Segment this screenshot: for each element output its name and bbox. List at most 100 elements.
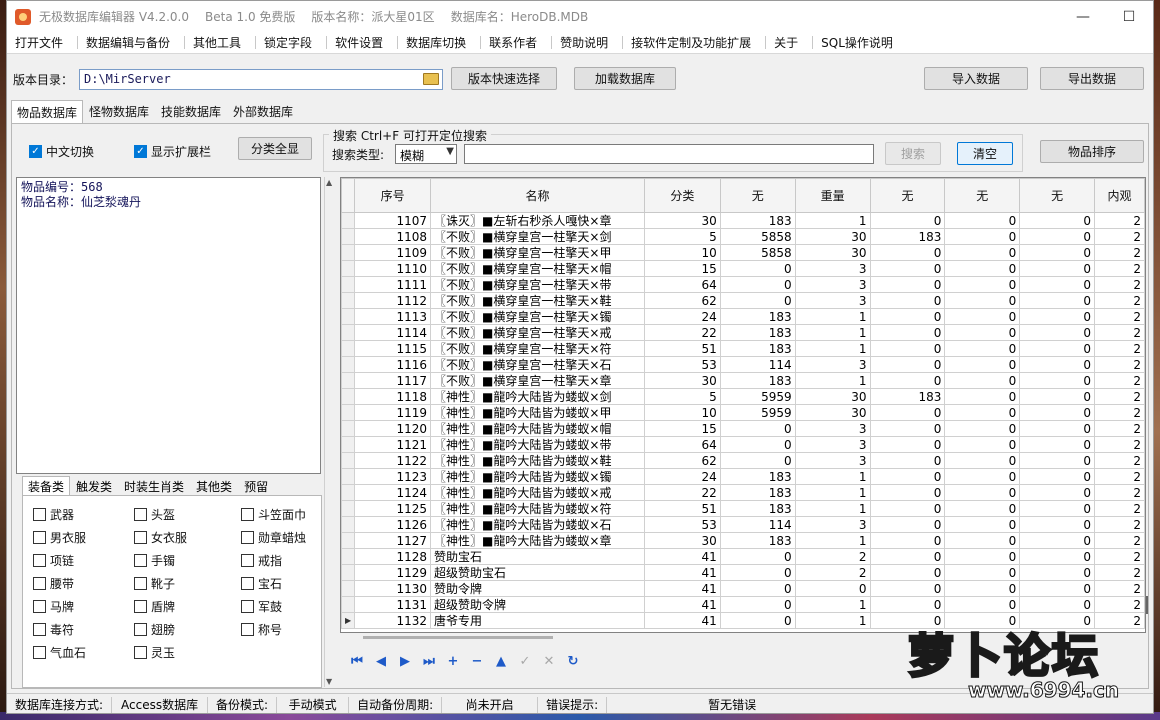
table-cell[interactable]: 0 [869, 436, 946, 453]
category-checkbox[interactable]: 男衣服 [33, 529, 86, 546]
category-checkbox[interactable]: 称号 [241, 621, 282, 638]
table-cell[interactable]: 2 [1094, 388, 1145, 405]
search-button[interactable]: 搜索 [885, 142, 941, 165]
edit-record-icon[interactable]: ▲ [492, 652, 510, 670]
row-indicator[interactable] [341, 436, 356, 453]
refresh-icon[interactable]: ↻ [564, 652, 582, 670]
row-indicator[interactable] [341, 340, 356, 357]
table-cell[interactable]: 0 [719, 420, 796, 437]
row-indicator[interactable] [341, 516, 356, 533]
row-indicator[interactable] [341, 452, 356, 469]
row-indicator[interactable] [341, 212, 356, 229]
table-cell[interactable]: 0 [869, 564, 946, 581]
show-ext-checkbox[interactable]: ✓ 显示扩展栏 [134, 143, 211, 160]
table-cell[interactable]: 24 [643, 468, 721, 485]
category-checkbox[interactable]: 女衣服 [134, 529, 187, 546]
table-cell[interactable]: 1 [794, 324, 871, 341]
table-cell[interactable]: 0 [869, 324, 946, 341]
table-cell[interactable]: 0 [1019, 548, 1096, 565]
table-cell[interactable]: 41 [643, 564, 721, 581]
tab-external-db[interactable]: 外部数据库 [227, 100, 299, 123]
table-cell[interactable]: 1110 [354, 260, 432, 277]
table-cell[interactable]: 2 [1094, 276, 1145, 293]
row-indicator[interactable]: ▶ [341, 612, 356, 629]
table-cell[interactable]: 〖不败〗■横穿皇宫一柱擎天×符 [430, 340, 645, 357]
menu-item[interactable]: 数据库切换 [398, 34, 482, 51]
search-type-select[interactable]: 模糊 ▼ [395, 144, 457, 164]
row-indicator[interactable] [341, 500, 356, 517]
table-cell[interactable]: 超级赞助令牌 [430, 596, 645, 613]
table-row[interactable]: 1116 〖不败〗■横穿皇宫一柱擎天×石 53 114 3 0 0 0 2 [341, 356, 1145, 373]
table-cell[interactable]: 0 [869, 500, 946, 517]
table-cell[interactable]: 3 [794, 260, 871, 277]
row-indicator[interactable] [341, 276, 356, 293]
table-cell[interactable]: 0 [719, 548, 796, 565]
table-cell[interactable]: 〖神性〗■龍吟大陆皆为蝼蚁×帽 [430, 420, 645, 437]
category-checkbox[interactable]: 项链 [33, 552, 74, 569]
tab-item-db[interactable]: 物品数据库 [11, 100, 84, 123]
table-cell[interactable]: 10 [643, 404, 721, 421]
table-cell[interactable]: 0 [869, 276, 946, 293]
table-cell[interactable]: 0 [869, 580, 946, 597]
table-row[interactable]: 1117 〖不败〗■横穿皇宫一柱擎天×章 30 183 1 0 0 0 2 [341, 372, 1145, 389]
table-cell[interactable]: 2 [1094, 596, 1145, 613]
table-cell[interactable]: 〖神性〗■龍吟大陆皆为蝼蚁×带 [430, 436, 645, 453]
table-cell[interactable]: 5959 [719, 404, 796, 421]
table-cell[interactable]: 22 [643, 484, 721, 501]
table-cell[interactable]: 1 [794, 500, 871, 517]
table-cell[interactable]: 0 [869, 516, 946, 533]
column-header[interactable]: 分类 [643, 178, 721, 213]
table-row[interactable]: 1113 〖不败〗■横穿皇宫一柱擎天×镯 24 183 1 0 0 0 2 [341, 308, 1145, 325]
table-cell[interactable]: 0 [719, 292, 796, 309]
table-cell[interactable]: 51 [643, 500, 721, 517]
row-indicator[interactable] [341, 388, 356, 405]
table-cell[interactable]: 0 [719, 596, 796, 613]
category-checkbox[interactable]: 翅膀 [134, 621, 175, 638]
table-cell[interactable]: 超级赞助宝石 [430, 564, 645, 581]
table-cell[interactable]: 0 [944, 516, 1021, 533]
table-cell[interactable]: 1123 [354, 468, 432, 485]
table-cell[interactable]: 0 [869, 404, 946, 421]
table-row[interactable]: 1107 〖诛灭〗■左斩右秒杀人嘎快×章 30 183 1 0 0 0 2 [341, 212, 1145, 229]
maximize-button[interactable]: ☐ [1106, 1, 1152, 32]
table-cell[interactable]: 30 [794, 388, 871, 405]
table-cell[interactable]: 0 [944, 260, 1021, 277]
table-cell[interactable]: 3 [794, 356, 871, 373]
table-cell[interactable]: 3 [794, 420, 871, 437]
table-cell[interactable]: 2 [1094, 516, 1145, 533]
table-cell[interactable]: 〖神性〗■龍吟大陆皆为蝼蚁×符 [430, 500, 645, 517]
table-cell[interactable]: 0 [794, 580, 871, 597]
table-cell[interactable]: 1114 [354, 324, 432, 341]
clear-button[interactable]: 清空 [957, 142, 1013, 165]
table-cell[interactable]: 1 [794, 372, 871, 389]
table-cell[interactable]: 0 [1019, 436, 1096, 453]
table-cell[interactable]: 1129 [354, 564, 432, 581]
table-cell[interactable]: 1 [794, 596, 871, 613]
dir-input[interactable]: D:\MirServer [79, 69, 443, 90]
table-cell[interactable]: 3 [794, 436, 871, 453]
table-cell[interactable]: 0 [1019, 484, 1096, 501]
row-indicator[interactable] [341, 532, 356, 549]
table-cell[interactable]: 183 [719, 308, 796, 325]
table-row[interactable]: 1128 赞助宝石 41 0 2 0 0 0 2 [341, 548, 1145, 565]
data-grid[interactable]: 序号 名称 分类无重量无无无内观 1107 〖诛灭〗■左斩右秒杀人嘎快×章 30 183 1… [340, 177, 1146, 633]
table-cell[interactable]: 0 [944, 436, 1021, 453]
row-indicator[interactable] [341, 596, 356, 613]
table-cell[interactable]: 〖神性〗■龍吟大陆皆为蝼蚁×甲 [430, 404, 645, 421]
table-cell[interactable]: 5858 [719, 244, 796, 261]
menu-item[interactable]: 软件设置 [327, 34, 399, 51]
menu-item[interactable]: 锁定字段 [256, 34, 328, 51]
table-cell[interactable]: 0 [869, 212, 946, 229]
last-record-icon[interactable]: ⏭ [420, 652, 438, 670]
table-cell[interactable]: 〖不败〗■横穿皇宫一柱擎天×甲 [430, 244, 645, 261]
table-cell[interactable]: 5 [643, 388, 721, 405]
table-cell[interactable]: 〖不败〗■横穿皇宫一柱擎天×章 [430, 372, 645, 389]
table-cell[interactable]: 赞助令牌 [430, 580, 645, 597]
category-checkbox[interactable]: 气血石 [33, 644, 86, 661]
table-cell[interactable]: 1 [794, 484, 871, 501]
table-cell[interactable]: 1126 [354, 516, 432, 533]
next-record-icon[interactable]: ▶ [396, 652, 414, 670]
tab-other[interactable]: 其他类 [190, 476, 238, 496]
table-cell[interactable]: 0 [1019, 388, 1096, 405]
menu-item[interactable]: 数据编辑与备份 [78, 34, 186, 51]
